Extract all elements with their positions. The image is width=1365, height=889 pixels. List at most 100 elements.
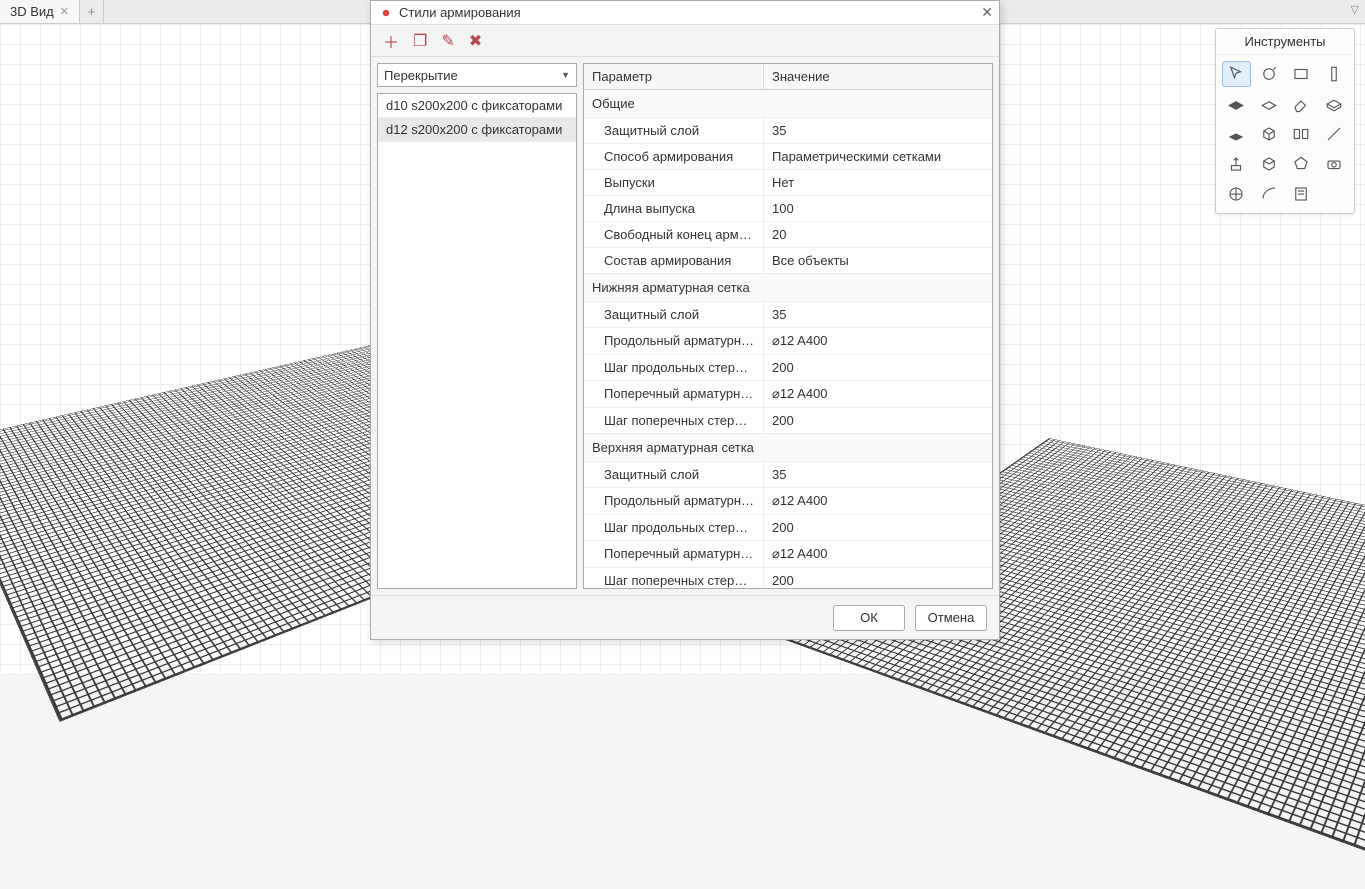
dialog-title-text: Стили армирования: [399, 5, 521, 20]
grid-row[interactable]: Поперечный арматурный ст⌀12 A400: [584, 381, 992, 408]
grid-cell-value[interactable]: Нет: [764, 170, 992, 195]
cancel-button[interactable]: Отмена: [915, 605, 987, 631]
select-tool[interactable]: [1222, 61, 1251, 87]
rebar-styles-dialog: Стили армирования ✕ ＋ ❐ ✎ ✖ Перекрытие d…: [370, 0, 1000, 640]
grid-row[interactable]: Защитный слой35: [584, 462, 992, 488]
grid-cell-value[interactable]: 200: [764, 355, 992, 380]
grid-section-header[interactable]: Верхняя арматурная сетка: [584, 434, 992, 462]
grid-row[interactable]: Шаг поперечных стержней200: [584, 568, 992, 589]
dialog-toolbar: ＋ ❐ ✎ ✖: [371, 25, 999, 57]
axis-tool[interactable]: [1222, 181, 1251, 207]
grid-cell-value[interactable]: 35: [764, 462, 992, 487]
grid-row[interactable]: Защитный слой35: [584, 302, 992, 328]
grid-row[interactable]: Шаг продольных стержней200: [584, 355, 992, 381]
grid-cell-value[interactable]: Все объекты: [764, 248, 992, 273]
grid-cell-value[interactable]: 35: [764, 118, 992, 143]
grid-cell-value[interactable]: 200: [764, 515, 992, 540]
plane-tool[interactable]: [1287, 61, 1316, 87]
grid-row[interactable]: Продольный арматурный ст⌀12 A400: [584, 328, 992, 355]
style-list[interactable]: d10 s200х200 с фиксаторамиd12 s200х200 с…: [377, 93, 577, 589]
foundation-tool[interactable]: [1222, 121, 1251, 147]
grid-header: Параметр Значение: [584, 64, 992, 90]
grid-cell-key: Защитный слой: [584, 302, 764, 327]
grid-cell-value[interactable]: 200: [764, 568, 992, 589]
wall-tool[interactable]: [1255, 91, 1284, 117]
grid-cell-key: Поперечный арматурный ст: [584, 381, 764, 407]
sheet-tool[interactable]: [1287, 181, 1316, 207]
array-tool[interactable]: [1287, 121, 1316, 147]
grid-row[interactable]: Защитный слой35: [584, 118, 992, 144]
grid-cell-value[interactable]: 20: [764, 222, 992, 247]
ok-button[interactable]: ОК: [833, 605, 905, 631]
grid-section-header[interactable]: Общие: [584, 90, 992, 118]
add-style-button[interactable]: ＋: [383, 29, 399, 53]
grid-body: ОбщиеЗащитный слой35Способ армированияПа…: [584, 90, 992, 589]
grid-cell-key: Поперечный арматурный ст: [584, 541, 764, 567]
grid-row[interactable]: ВыпускиНет: [584, 170, 992, 196]
grid-cell-value[interactable]: ⌀12 A400: [764, 328, 992, 354]
duplicate-style-button[interactable]: ❐: [413, 31, 427, 51]
edit-style-button[interactable]: ✎: [441, 31, 454, 51]
new-tab-button[interactable]: +: [80, 0, 104, 23]
dialog-titlebar[interactable]: Стили армирования ✕: [371, 1, 999, 25]
eraser-tool[interactable]: [1287, 91, 1316, 117]
grid-row[interactable]: Поперечный арматурный ст⌀12 A400: [584, 541, 992, 568]
grid-row[interactable]: Состав армированияВсе объекты: [584, 248, 992, 274]
style-list-item[interactable]: d10 s200х200 с фиксаторами: [378, 94, 576, 118]
measure-tool[interactable]: [1255, 61, 1284, 87]
grid-row[interactable]: Шаг поперечных стержней200: [584, 408, 992, 434]
grid-cell-key: Длина выпуска: [584, 196, 764, 221]
camera-tool[interactable]: [1320, 151, 1349, 177]
tab-label: 3D Вид: [10, 4, 54, 19]
polyhedron-tool[interactable]: [1287, 151, 1316, 177]
grid-cell-value[interactable]: ⌀12 A400: [764, 488, 992, 514]
grid-cell-key: Защитный слой: [584, 118, 764, 143]
header-param: Параметр: [584, 64, 764, 89]
arc-tool[interactable]: [1255, 181, 1284, 207]
grid-cell-key: Шаг поперечных стержней: [584, 568, 764, 589]
grid-cell-value[interactable]: 200: [764, 408, 992, 433]
profile-tool[interactable]: [1255, 151, 1284, 177]
slab-tool[interactable]: [1222, 91, 1251, 117]
grid-cell-key: Шаг продольных стержней: [584, 515, 764, 540]
extrude-tool[interactable]: [1222, 151, 1251, 177]
grid-row[interactable]: Продольный арматурный ст⌀12 A400: [584, 488, 992, 515]
line-tool[interactable]: [1320, 121, 1349, 147]
tabbar-chevron-icon[interactable]: ▽: [1351, 3, 1359, 16]
delete-style-button[interactable]: ✖: [469, 31, 482, 51]
style-list-item[interactable]: d12 s200х200 с фиксаторами: [378, 118, 576, 142]
grid-cell-key: Продольный арматурный ст: [584, 328, 764, 354]
tools-grid: [1216, 55, 1354, 213]
property-grid[interactable]: Параметр Значение ОбщиеЗащитный слой35Сп…: [583, 63, 993, 589]
grid-cell-value[interactable]: 35: [764, 302, 992, 327]
grid-cell-value[interactable]: ⌀12 A400: [764, 541, 992, 567]
grid-row[interactable]: Длина выпуска100: [584, 196, 992, 222]
grid-cell-key: Свободный конец арматуры: [584, 222, 764, 247]
grid-cell-key: Состав армирования: [584, 248, 764, 273]
column-tool[interactable]: [1320, 61, 1349, 87]
grid-cell-value[interactable]: 100: [764, 196, 992, 221]
beam-tool[interactable]: [1320, 91, 1349, 117]
grid-row[interactable]: Шаг продольных стержней200: [584, 515, 992, 541]
header-value: Значение: [764, 64, 992, 89]
grid-cell-key: Способ армирования: [584, 144, 764, 169]
grid-cell-key: Продольный арматурный ст: [584, 488, 764, 514]
close-icon[interactable]: ✕: [60, 5, 69, 18]
box-tool[interactable]: [1255, 121, 1284, 147]
grid-row[interactable]: Свободный конец арматуры20: [584, 222, 992, 248]
tools-panel-title: Инструменты: [1216, 29, 1354, 55]
grid-section-header[interactable]: Нижняя арматурная сетка: [584, 274, 992, 302]
dialog-footer: ОК Отмена: [371, 595, 999, 639]
dialog-body: Перекрытие d10 s200х200 с фиксаторамиd12…: [371, 57, 999, 595]
combo-value: Перекрытие: [384, 68, 458, 83]
grid-cell-value[interactable]: Параметрическими сетками: [764, 144, 992, 169]
tools-panel[interactable]: Инструменты: [1215, 28, 1355, 214]
category-combo[interactable]: Перекрытие: [377, 63, 577, 87]
dialog-icon: [379, 6, 393, 20]
dialog-close-button[interactable]: ✕: [981, 4, 993, 21]
grid-row[interactable]: Способ армированияПараметрическими сетка…: [584, 144, 992, 170]
grid-cell-key: Шаг продольных стержней: [584, 355, 764, 380]
grid-cell-value[interactable]: ⌀12 A400: [764, 381, 992, 407]
grid-cell-key: Защитный слой: [584, 462, 764, 487]
tab-3d-view[interactable]: 3D Вид ✕: [0, 0, 80, 23]
